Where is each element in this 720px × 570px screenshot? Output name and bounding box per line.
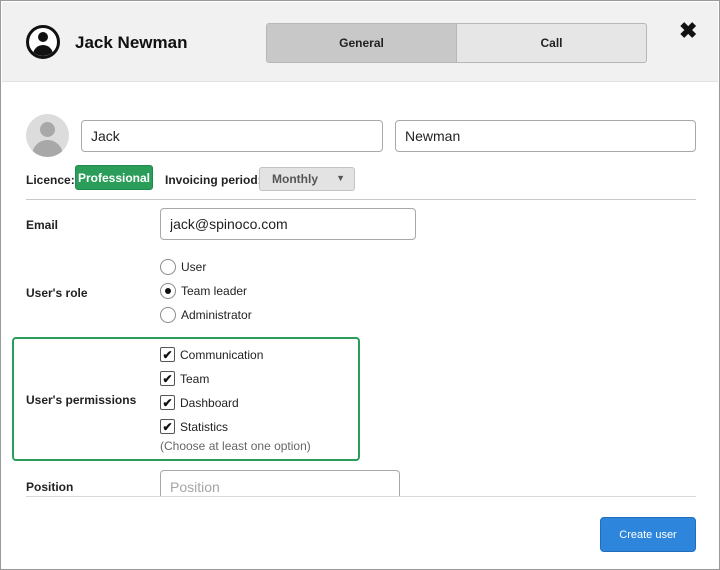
tab-bar: General Call: [266, 23, 647, 63]
role-option-user[interactable]: User: [160, 259, 206, 275]
position-label: Position: [26, 480, 74, 494]
permission-label: Dashboard: [180, 395, 239, 410]
footer-divider: [26, 496, 696, 497]
permissions-label: User's permissions: [26, 393, 137, 407]
first-name-input[interactable]: [81, 120, 383, 152]
permissions-hint: (Choose at least one option): [160, 439, 311, 453]
role-option-administrator[interactable]: Administrator: [160, 307, 252, 323]
permission-dashboard[interactable]: ✔ Dashboard: [160, 395, 239, 410]
role-option-team-leader[interactable]: Team leader: [160, 283, 247, 299]
licence-badge[interactable]: Professional: [75, 165, 153, 190]
invoicing-period-select[interactable]: Monthly ▼: [259, 167, 355, 191]
close-icon[interactable]: ✖: [679, 20, 697, 42]
checkmark-icon[interactable]: ✔: [160, 371, 175, 386]
radio-button[interactable]: [160, 259, 176, 275]
dialog-title: Jack Newman: [75, 33, 188, 52]
checkmark-icon[interactable]: ✔: [160, 347, 175, 362]
dialog-header: Jack Newman General Call ✖: [2, 2, 718, 82]
checkmark-icon[interactable]: ✔: [160, 395, 175, 410]
licence-label: Licence:: [26, 173, 75, 187]
avatar-placeholder-icon[interactable]: [26, 114, 69, 157]
email-label: Email: [26, 218, 59, 232]
invoicing-period-value: Monthly: [272, 172, 318, 186]
role-label: User's role: [26, 286, 88, 300]
role-option-label: Team leader: [181, 284, 248, 298]
role-option-label: Administrator: [181, 308, 252, 322]
permission-team[interactable]: ✔ Team: [160, 371, 209, 386]
role-option-label: User: [181, 260, 207, 274]
email-field[interactable]: [160, 208, 416, 240]
chevron-down-icon: ▼: [336, 173, 345, 183]
last-name-input[interactable]: [395, 120, 696, 152]
permission-statistics[interactable]: ✔ Statistics: [160, 419, 228, 434]
permission-label: Team: [180, 371, 210, 386]
permission-label: Communication: [180, 347, 264, 362]
tab-general[interactable]: General: [267, 24, 457, 62]
user-circle-icon: [26, 25, 60, 59]
create-user-dialog: Jack Newman General Call ✖ Licence: Prof…: [0, 0, 720, 570]
radio-button[interactable]: [160, 283, 176, 299]
permission-communication[interactable]: ✔ Communication: [160, 347, 263, 362]
divider: [26, 199, 696, 200]
tab-call[interactable]: Call: [457, 24, 646, 62]
create-user-button[interactable]: Create user: [600, 517, 696, 552]
radio-button[interactable]: [160, 307, 176, 323]
permission-label: Statistics: [180, 419, 229, 434]
checkmark-icon[interactable]: ✔: [160, 419, 175, 434]
invoicing-period-label: Invoicing period:: [165, 173, 262, 187]
